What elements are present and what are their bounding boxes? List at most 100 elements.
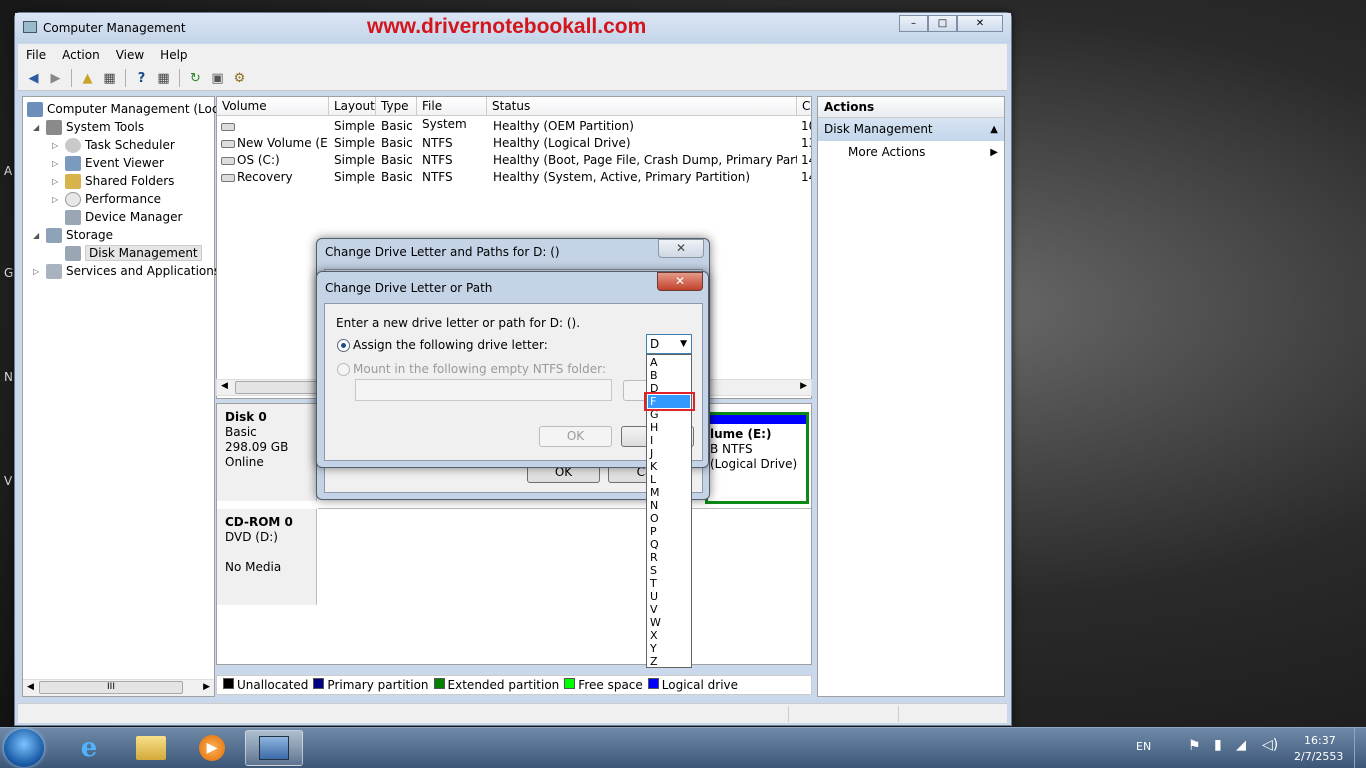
taskbar-explorer[interactable] [122, 730, 180, 766]
actions-section-disk-management[interactable]: Disk Management ▲ [818, 118, 1004, 141]
drive-icon [221, 174, 235, 182]
tree-item-root[interactable]: Computer Management (Local [27, 100, 229, 118]
expand-arrow-icon[interactable]: ▷ [52, 141, 62, 150]
dropdown-option[interactable]: B [650, 369, 658, 382]
dropdown-option[interactable]: R [650, 551, 658, 564]
collapse-up-icon[interactable]: ▲ [990, 118, 998, 141]
more-actions-item[interactable]: More Actions ▶ [818, 141, 1004, 164]
tree-item-event-viewer[interactable]: ▷ Event Viewer [52, 154, 164, 172]
minimize-button[interactable]: – [899, 15, 928, 32]
back-arrow-icon[interactable]: ◀ [24, 69, 43, 88]
dropdown-option[interactable]: I [650, 434, 653, 447]
start-button[interactable] [4, 729, 44, 767]
disk-0-label[interactable]: Disk 0 Basic 298.09 GB Online [217, 404, 317, 501]
expand-arrow-icon[interactable]: ▷ [33, 267, 43, 276]
menu-file[interactable]: File [18, 48, 54, 62]
network-icon[interactable]: ◢ [1236, 738, 1246, 753]
volume-icon[interactable]: ◁) [1262, 737, 1278, 753]
column-layout[interactable]: Layout [329, 97, 376, 116]
up-folder-icon[interactable]: ▲ [78, 69, 97, 88]
show-action-pane-icon[interactable]: ▦ [154, 69, 173, 88]
assign-letter-radio[interactable] [337, 339, 350, 352]
dropdown-option[interactable]: T [650, 577, 657, 590]
dropdown-option[interactable]: Z [650, 655, 658, 668]
legend-item: Logical drive [647, 678, 738, 692]
close-button[interactable]: ✕ [957, 15, 1003, 32]
scroll-thumb[interactable] [235, 381, 325, 394]
dropdown-option[interactable]: H [650, 421, 658, 434]
submenu-arrow-icon: ▶ [990, 147, 998, 158]
dropdown-option[interactable]: L [650, 473, 656, 486]
status-divider [898, 706, 899, 722]
tree-item-device-manager[interactable]: Device Manager [65, 208, 182, 226]
tree-horizontal-scrollbar[interactable]: ◀ III ▶ [23, 679, 214, 696]
drive-icon [221, 140, 235, 148]
taskbar-internet-explorer[interactable]: e [60, 730, 118, 766]
tree-item-task-scheduler[interactable]: ▷ Task Scheduler [52, 136, 175, 154]
expand-arrow-icon[interactable]: ▷ [52, 195, 62, 204]
cdrom-0-label[interactable]: CD-ROM 0 DVD (D:) No Media [217, 509, 317, 605]
help-icon[interactable]: ? [132, 69, 151, 88]
dropdown-option[interactable]: N [650, 499, 658, 512]
taskbar-media-player[interactable]: ▶ [183, 730, 241, 766]
settings-icon[interactable]: ⚙ [230, 69, 249, 88]
taskbar-computer-management[interactable] [245, 730, 303, 766]
dialog-close-button[interactable]: ✕ [657, 272, 703, 291]
column-status[interactable]: Status [487, 97, 797, 116]
battery-icon[interactable]: ▮ [1214, 737, 1222, 753]
scroll-left-icon[interactable]: ◀ [221, 381, 228, 391]
mount-folder-radio[interactable] [337, 363, 350, 376]
column-volume[interactable]: Volume [217, 97, 329, 116]
tree-item-services[interactable]: ▷ Services and Applications [33, 262, 220, 280]
tree-item-performance[interactable]: ▷ Performance [52, 190, 161, 208]
dropdown-option[interactable]: S [650, 564, 657, 577]
properties-icon[interactable]: ▣ [208, 69, 227, 88]
tree-item-disk-management[interactable]: Disk Management [65, 244, 202, 262]
dropdown-option[interactable]: J [650, 447, 653, 460]
refresh-icon[interactable]: ↻ [186, 69, 205, 88]
ok-button[interactable]: OK [539, 426, 612, 447]
clock-time[interactable]: 16:37 [1304, 734, 1336, 747]
dropdown-option[interactable]: Q [650, 538, 659, 551]
scroll-right-icon[interactable]: ▶ [800, 381, 807, 391]
column-file-system[interactable]: File System [417, 97, 487, 131]
tree-item-shared-folders[interactable]: ▷ Shared Folders [52, 172, 174, 190]
scroll-thumb[interactable]: III [39, 681, 183, 694]
language-indicator[interactable]: EN [1136, 740, 1151, 753]
dropdown-option[interactable]: K [650, 460, 657, 473]
folder-path-input[interactable] [355, 379, 612, 401]
menu-help[interactable]: Help [152, 48, 195, 62]
show-hide-tree-icon[interactable]: ▦ [100, 69, 119, 88]
dropdown-arrow-icon[interactable]: ▼ [680, 335, 687, 353]
dialog-close-button[interactable]: ✕ [658, 239, 704, 258]
forward-arrow-icon[interactable]: ▶ [46, 69, 65, 88]
volume-e-partition[interactable]: lume (E:) B NTFS (Logical Drive) [705, 412, 809, 504]
show-desktop-button[interactable] [1354, 728, 1366, 768]
flag-icon[interactable]: ⚑ [1188, 738, 1201, 754]
dropdown-option[interactable]: U [650, 590, 658, 603]
tree-item-storage[interactable]: ◢ Storage [33, 226, 113, 244]
status-divider [788, 706, 789, 722]
menu-action[interactable]: Action [54, 48, 108, 62]
clock-date[interactable]: 2/7/2553 [1294, 750, 1343, 763]
column-capacity[interactable]: C [797, 97, 811, 116]
column-type[interactable]: Type [376, 97, 417, 116]
maximize-button[interactable]: □ [928, 15, 957, 32]
dropdown-option[interactable]: A [650, 356, 658, 369]
collapse-arrow-icon[interactable]: ◢ [33, 231, 43, 240]
expand-arrow-icon[interactable]: ▷ [52, 177, 62, 186]
dropdown-option[interactable]: P [650, 525, 657, 538]
drive-letter-select[interactable]: D ▼ [646, 334, 692, 354]
dropdown-option[interactable]: O [650, 512, 659, 525]
collapse-arrow-icon[interactable]: ◢ [33, 123, 43, 132]
dropdown-option[interactable]: Y [650, 642, 657, 655]
scroll-right-icon[interactable]: ▶ [203, 682, 210, 692]
dropdown-option[interactable]: V [650, 603, 658, 616]
scroll-left-icon[interactable]: ◀ [27, 682, 34, 692]
menu-view[interactable]: View [108, 48, 152, 62]
dropdown-option[interactable]: M [650, 486, 660, 499]
expand-arrow-icon[interactable]: ▷ [52, 159, 62, 168]
tree-item-system-tools[interactable]: ◢ System Tools [33, 118, 144, 136]
dropdown-option[interactable]: W [650, 616, 661, 629]
dropdown-option[interactable]: X [650, 629, 658, 642]
